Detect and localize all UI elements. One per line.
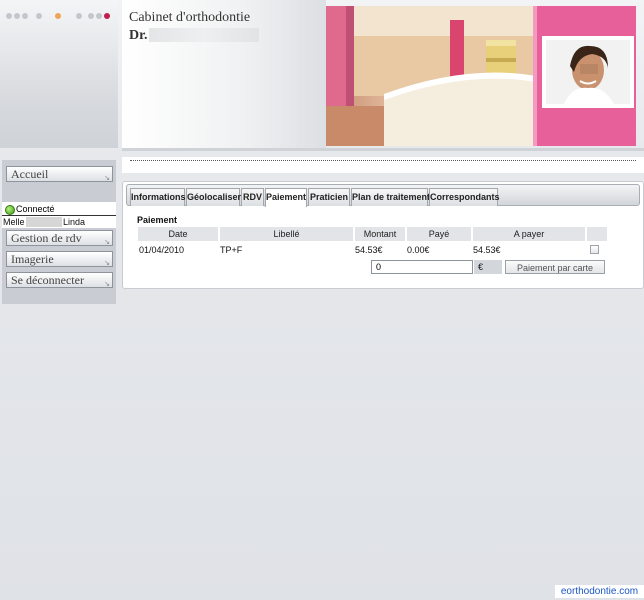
doctor-name-redacted <box>149 28 259 42</box>
clinic-reception-illustration <box>326 6 636 146</box>
row-montant: 54.53€ <box>355 245 383 255</box>
dotted-line <box>130 160 636 161</box>
corner-arrow-icon: ↘ <box>104 260 110 267</box>
pay-by-card-button[interactable]: Paiement par carte <box>505 260 605 274</box>
row-select-checkbox[interactable] <box>590 245 599 254</box>
dot-icon <box>96 13 102 19</box>
status-green-icon <box>5 205 15 215</box>
tab-correspondants[interactable]: Correspondants <box>429 188 500 206</box>
nav-accueil-button[interactable]: Accueil ↘ <box>6 166 113 182</box>
corner-arrow-icon: ↘ <box>104 281 110 288</box>
user-title: Melle <box>3 217 25 227</box>
dot-icon <box>36 13 42 19</box>
tab-rdv[interactable]: RDV <box>241 188 264 206</box>
connection-status: Connecté Melle Linda <box>2 202 116 228</box>
sidebar: Accueil ↘ Connecté Melle Linda Gestion d… <box>2 160 116 304</box>
dot-icon <box>14 13 20 19</box>
tab-geolocaliser[interactable]: Géolocaliser <box>186 188 241 206</box>
user-firstname: Linda <box>63 217 86 227</box>
row-date: 01/04/2010 <box>139 245 185 255</box>
row-a-payer: 54.53€ <box>473 245 501 255</box>
dot-icon <box>6 13 12 19</box>
cabinet-title: Cabinet d'orthodontie <box>129 10 251 25</box>
row-paye: 0.00€ <box>407 245 430 255</box>
section-title: Paiement <box>137 215 178 225</box>
footer-brand-link[interactable]: eorthodontie.com <box>555 585 644 598</box>
tab-paiement[interactable]: Paiement <box>265 188 307 207</box>
column-header-a-payer: A payer <box>473 227 585 241</box>
row-libelle: TP+F <box>220 245 243 255</box>
tab-praticien[interactable]: Praticien <box>308 188 350 206</box>
column-header-libelle: Libellé <box>220 227 353 241</box>
dot-icon <box>76 13 82 19</box>
nav-imagerie-button[interactable]: Imagerie ↘ <box>6 251 113 267</box>
doctor-prefix: Dr. <box>129 28 148 43</box>
amount-input[interactable] <box>371 260 473 274</box>
tab-plan-de-traitement[interactable]: Plan de traitement <box>351 188 430 206</box>
nav-gestion-rdv-button[interactable]: Gestion de rdv ↘ <box>6 230 113 246</box>
clinic-photo <box>326 6 636 146</box>
nav-deconnecter-button[interactable]: Se déconnecter ↘ <box>6 272 113 288</box>
status-divider <box>2 215 116 216</box>
header-logo-area <box>0 0 118 148</box>
dot-icon <box>22 13 28 19</box>
dot-icon <box>104 13 110 19</box>
header-title-area: Cabinet d'orthodontie Dr. <box>122 0 326 148</box>
tab-informations[interactable]: Informations <box>130 188 186 206</box>
connected-label: Connecté <box>16 204 55 214</box>
column-header-select <box>587 227 607 241</box>
nav-deconnecter-label: Se déconnecter <box>11 273 84 287</box>
nav-accueil-label: Accueil <box>11 167 49 181</box>
patient-panel: Informations Géolocaliser RDV Paiement P… <box>122 181 644 289</box>
corner-arrow-icon: ↘ <box>104 239 110 246</box>
column-header-date: Date <box>138 227 218 241</box>
column-header-paye: Payé <box>407 227 471 241</box>
dot-icon <box>88 13 94 19</box>
tab-bar: Informations Géolocaliser RDV Paiement P… <box>126 184 640 207</box>
nav-imagerie-label: Imagerie <box>11 252 54 266</box>
column-header-montant: Montant <box>355 227 405 241</box>
dotted-separator-bar <box>122 157 644 173</box>
currency-label: € <box>474 260 502 274</box>
user-lastname-redacted <box>26 217 62 227</box>
header-divider <box>122 148 644 151</box>
corner-arrow-icon: ↘ <box>104 175 110 182</box>
nav-gestion-rdv-label: Gestion de rdv <box>11 231 82 245</box>
dot-icon <box>55 13 61 19</box>
